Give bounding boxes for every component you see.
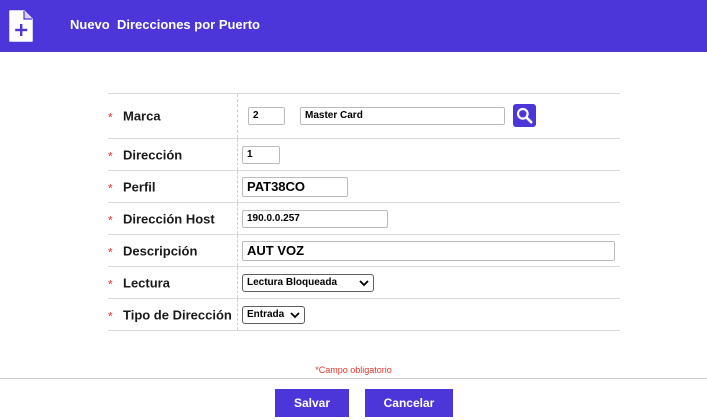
marca-label: Marca bbox=[123, 108, 161, 124]
page-title: Nuevo Direcciones por Puerto bbox=[70, 17, 260, 32]
header-bar: Nuevo Direcciones por Puerto bbox=[0, 0, 707, 52]
chevron-down-icon bbox=[290, 311, 300, 318]
required-marker: * bbox=[108, 148, 113, 163]
tipo-direccion-label: Tipo de Dirección bbox=[123, 307, 232, 322]
required-marker: * bbox=[108, 212, 113, 227]
direccion-host-label: Dirección Host bbox=[123, 211, 215, 226]
form-row-direccion-host: * Dirección Host 190.0.0.257 bbox=[108, 203, 620, 235]
column-divider bbox=[237, 94, 238, 138]
required-marker: * bbox=[108, 308, 113, 323]
perfil-label: Perfil bbox=[123, 179, 156, 194]
footer-divider bbox=[0, 378, 707, 379]
column-divider bbox=[237, 267, 238, 298]
lectura-select[interactable]: Lectura Bloqueada bbox=[242, 273, 374, 292]
descripcion-input[interactable]: AUT VOZ bbox=[242, 240, 615, 261]
direccion-label: Dirección bbox=[123, 147, 183, 162]
cancel-button[interactable]: Cancelar bbox=[365, 389, 453, 417]
required-marker: * bbox=[108, 180, 113, 195]
column-divider bbox=[237, 203, 238, 234]
lectura-label: Lectura bbox=[123, 275, 170, 290]
marca-name-input[interactable]: Master Card bbox=[300, 107, 505, 125]
new-document-icon bbox=[8, 9, 34, 43]
column-divider bbox=[237, 235, 238, 266]
tipo-direccion-select[interactable]: Entrada bbox=[242, 305, 305, 324]
direccion-input[interactable]: 1 bbox=[242, 145, 280, 164]
required-marker: * bbox=[108, 244, 113, 259]
form-row-lectura: * Lectura Lectura Bloqueada bbox=[108, 267, 620, 299]
save-button[interactable]: Salvar bbox=[275, 389, 349, 417]
form-row-direccion: * Dirección 1 bbox=[108, 139, 620, 171]
form-row-tipo-direccion: * Tipo de Dirección Entrada bbox=[108, 299, 620, 331]
form-table: * Marca 2 Master Card * Dirección 1 * Pe… bbox=[108, 93, 620, 331]
search-icon bbox=[516, 107, 533, 124]
perfil-input[interactable]: PAT38CO bbox=[242, 176, 348, 197]
form-row-marca: * Marca 2 Master Card bbox=[108, 94, 620, 139]
direccion-host-input[interactable]: 190.0.0.257 bbox=[242, 209, 388, 228]
chevron-down-icon bbox=[359, 279, 369, 286]
marca-code-input[interactable]: 2 bbox=[248, 107, 285, 125]
required-field-note: *Campo obligatorio bbox=[315, 365, 392, 375]
marca-search-button[interactable] bbox=[513, 104, 536, 127]
column-divider bbox=[237, 171, 238, 202]
tipo-direccion-selected-value: Entrada bbox=[247, 309, 285, 320]
descripcion-label: Descripción bbox=[123, 243, 198, 258]
form-row-perfil: * Perfil PAT38CO bbox=[108, 171, 620, 203]
form-row-descripcion: * Descripción AUT VOZ bbox=[108, 235, 620, 267]
lectura-selected-value: Lectura Bloqueada bbox=[247, 277, 338, 288]
column-divider bbox=[237, 139, 238, 170]
required-marker: * bbox=[108, 276, 113, 291]
required-marker: * bbox=[108, 110, 113, 125]
column-divider bbox=[237, 299, 238, 330]
